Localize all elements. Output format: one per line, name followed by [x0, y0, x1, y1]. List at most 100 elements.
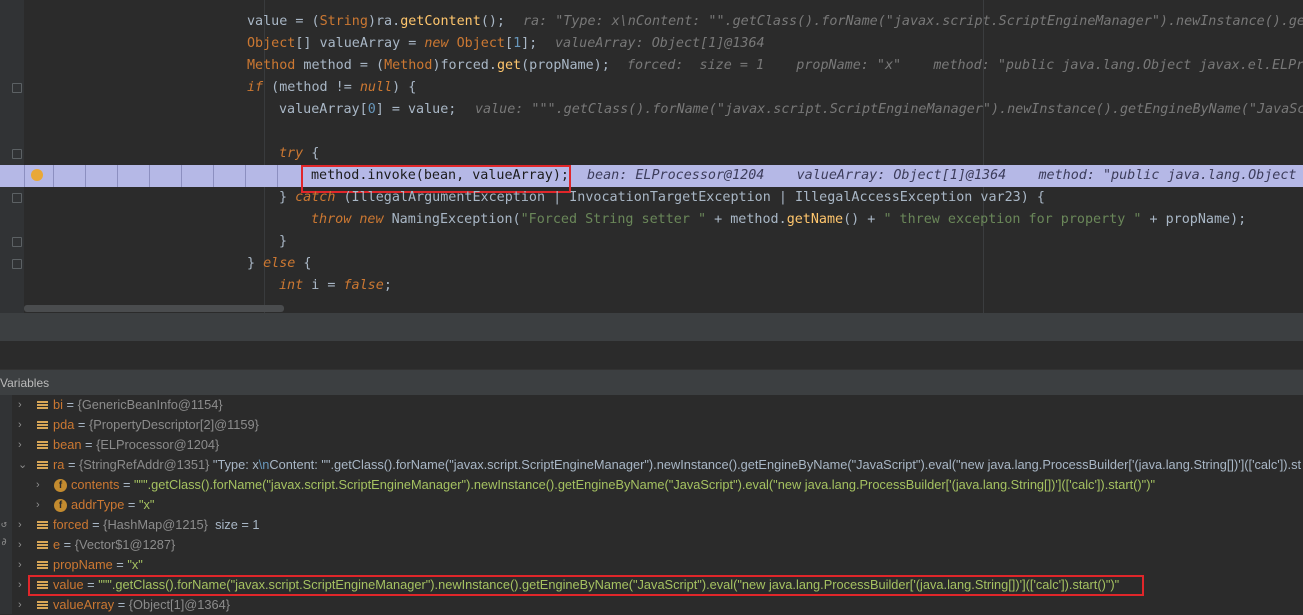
code-line: if (method != null) {	[247, 80, 417, 95]
field-icon: f	[54, 499, 67, 512]
escape-sequence: \n	[258, 457, 270, 472]
variable-text: bean = {ELProcessor@1204}	[53, 435, 219, 455]
inline-debug-hint: forced: size = 1 propName: "x" method: "…	[627, 58, 1303, 73]
variable-row-e[interactable]: › e = {Vector$1@1287}	[0, 535, 1303, 555]
variable-text: propName = "x"	[53, 555, 143, 575]
expand-arrow-icon[interactable]: ›	[18, 420, 28, 431]
variable-text: e = {Vector$1@1287}	[53, 535, 175, 555]
equals-sign: =	[81, 437, 97, 452]
variable-type-value: {GenericBeanInfo@1154}	[77, 397, 223, 412]
variable-size: size = 1	[207, 517, 260, 532]
variable-name: contents	[71, 477, 120, 492]
variable-type-value: {Vector$1@1287}	[74, 537, 176, 552]
expand-arrow-icon[interactable]: ›	[36, 500, 46, 511]
expand-arrow-icon[interactable]: ›	[18, 560, 28, 571]
variable-type-value: {HashMap@1215}	[103, 517, 208, 532]
code-line: } else {	[247, 256, 312, 271]
code-line: }	[279, 234, 288, 249]
expand-arrow-icon[interactable]: ›	[36, 480, 46, 491]
equals-sign: =	[62, 397, 78, 412]
expand-arrow-icon[interactable]: ›	[18, 600, 28, 611]
variable-text: forced = {HashMap@1215} size = 1	[53, 515, 260, 535]
code-line: throw new NamingException("Forced String…	[311, 212, 1247, 227]
panel-title: Variables	[0, 376, 50, 390]
variable-name: bean	[53, 437, 82, 452]
equals-sign: =	[119, 477, 134, 492]
variable-type-value: {PropertyDescriptor[2]@1159}	[88, 417, 259, 432]
variable-row-bi[interactable]: › bi = {GenericBeanInfo@1154}	[0, 395, 1303, 415]
variable-name: propName	[53, 557, 113, 572]
variable-row-contents[interactable]: › f contents = """.getClass().forName("jav…	[0, 475, 1303, 495]
equals-sign: =	[124, 497, 139, 512]
inline-debug-hint: valueArray: Object[1]@1364	[555, 36, 765, 51]
variable-row-pda[interactable]: › pda = {PropertyDescriptor[2]@1159}	[0, 415, 1303, 435]
expand-arrow-icon[interactable]: ›	[18, 580, 28, 591]
annotation-box-value	[28, 575, 1144, 596]
variable-row-ra[interactable]: ⌄ ra = {StringRefAddr@1351} "Type: x\nCon…	[0, 455, 1303, 475]
variable-row-propName[interactable]: › propName = "x"	[0, 555, 1303, 575]
variable-row-addrType[interactable]: › f addrType = "x"	[0, 495, 1303, 515]
code-line: } catch (IllegalArgumentException | Invo…	[279, 190, 1045, 205]
variable-name: forced	[53, 517, 89, 532]
expand-arrow-icon[interactable]: ›	[18, 400, 28, 411]
code-line: Method method = (Method)forced.get(propN…	[0, 55, 1303, 77]
equals-sign: =	[114, 597, 129, 612]
variable-text: contents = """.getClass().forName("javax…	[71, 475, 1155, 495]
panel-splitter[interactable]	[0, 313, 1303, 341]
code-line: valueArray[0] = value; value: """.getCla…	[0, 99, 1303, 121]
variable-icon	[37, 401, 48, 410]
variable-type-value: {ELProcessor@1204}	[96, 437, 220, 452]
horizontal-scrollbar[interactable]	[24, 305, 284, 312]
equals-sign: =	[112, 557, 128, 572]
expand-arrow-icon[interactable]: ›	[18, 440, 28, 451]
variable-icon	[37, 541, 48, 550]
field-icon: f	[54, 479, 67, 492]
code-line: value = (String)ra.getContent(); ra: "Ty…	[0, 11, 1303, 33]
toolbar-area	[0, 341, 1303, 369]
variable-row-forced[interactable]: › forced = {HashMap@1215} size = 1	[0, 515, 1303, 535]
expand-arrow-icon[interactable]: ›	[18, 540, 28, 551]
variable-type-value: {StringRefAddr@1351}	[78, 457, 210, 472]
variable-string-value: "x"	[138, 497, 155, 512]
inline-debug-hint: bean: ELProcessor@1204 valueArray: Objec…	[587, 168, 1303, 183]
variable-name: valueArray	[53, 597, 115, 612]
variable-text: valueArray = {Object[1]@1364}	[53, 595, 230, 615]
code-editor[interactable]: value = (String)ra.getContent(); ra: "Ty…	[0, 0, 1303, 313]
code-line: try {	[279, 146, 320, 161]
variable-string-part: Content: "".getClass().forName("javax.sc…	[269, 457, 1302, 472]
variable-text: bi = {GenericBeanInfo@1154}	[53, 395, 223, 415]
variable-icon	[37, 521, 48, 530]
collapse-arrow-icon[interactable]: ⌄	[18, 460, 28, 471]
variable-icon	[37, 461, 48, 470]
variable-name: addrType	[71, 497, 125, 512]
right-margin-guide	[983, 0, 984, 313]
variables-panel-header: Variables	[0, 369, 1303, 396]
code-line: int i = false;	[279, 278, 392, 293]
code-line: Object[] valueArray = new Object[1]; val…	[0, 33, 765, 55]
variable-row-bean[interactable]: › bean = {ELProcessor@1204}	[0, 435, 1303, 455]
inline-debug-hint: ra: "Type: x\nContent: "".getClass().for…	[523, 14, 1303, 29]
variable-string-value: """.getClass().forName("javax.script.Scr…	[133, 477, 1156, 492]
variable-type-value: {Object[1]@1364}	[128, 597, 230, 612]
variable-text: addrType = "x"	[71, 495, 154, 515]
variable-text: ra = {StringRefAddr@1351} "Type: x\nCont…	[53, 455, 1301, 475]
variable-row-valueArray[interactable]: › valueArray = {Object[1]@1364}	[0, 595, 1303, 615]
equals-sign: =	[74, 417, 89, 432]
breakpoint-icon[interactable]	[31, 169, 43, 181]
equals-sign: =	[60, 537, 75, 552]
variable-icon	[37, 441, 48, 450]
inline-debug-hint: value: """.getClass().forName("javax.scr…	[475, 102, 1303, 117]
variable-name: pda	[53, 417, 75, 432]
equals-sign: =	[88, 517, 104, 532]
expand-arrow-icon[interactable]: ›	[18, 520, 28, 531]
variable-name: ra	[53, 457, 65, 472]
variable-string-part: "Type: x	[209, 457, 259, 472]
equals-sign: =	[64, 457, 79, 472]
variable-icon	[37, 561, 48, 570]
variable-name: bi	[53, 397, 63, 412]
variable-text: pda = {PropertyDescriptor[2]@1159}	[53, 415, 259, 435]
variable-string-value: "x"	[127, 557, 143, 572]
current-execution-line: method.invoke(bean, valueArray); bean: E…	[0, 165, 1303, 187]
variable-icon	[37, 421, 48, 430]
variable-icon	[37, 601, 48, 610]
